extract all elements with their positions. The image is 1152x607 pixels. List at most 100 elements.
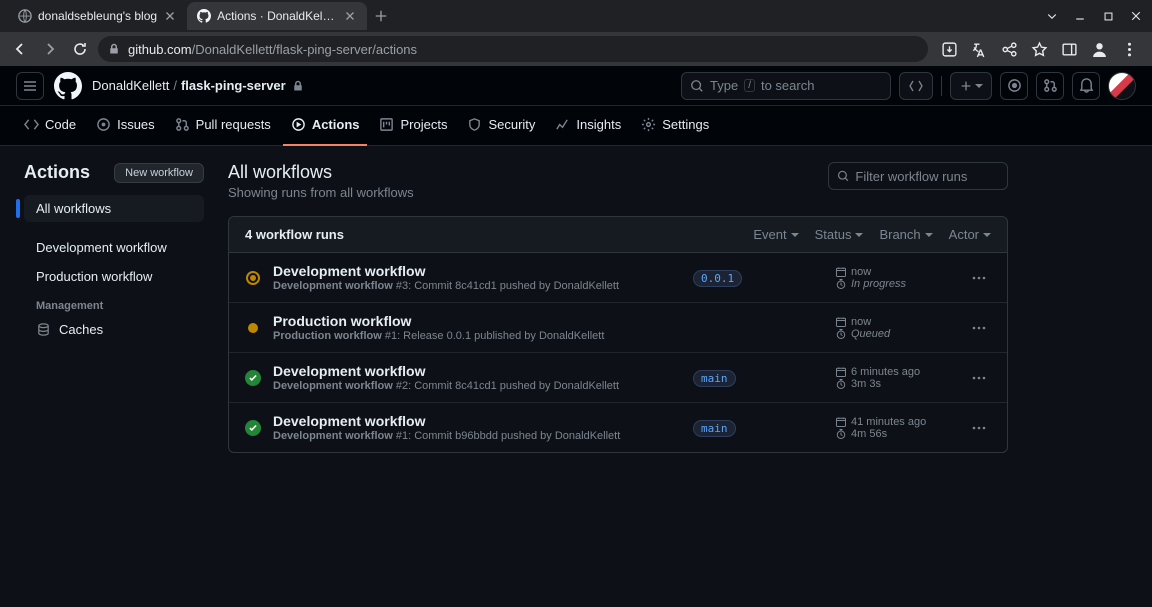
runs-list: Development workflow Development workflo… bbox=[229, 253, 1007, 452]
new-workflow-button[interactable]: New workflow bbox=[114, 163, 204, 183]
calendar-icon bbox=[835, 366, 847, 378]
sidebar-item-all-workflows[interactable]: All workflows bbox=[24, 195, 204, 222]
run-row: Production workflow Production workflow … bbox=[229, 303, 1007, 353]
run-duration: In progress bbox=[835, 278, 955, 290]
issues-icon bbox=[96, 117, 111, 132]
minimize-icon[interactable] bbox=[1068, 4, 1092, 28]
create-new-button[interactable] bbox=[950, 72, 992, 100]
new-tab-button[interactable] bbox=[367, 2, 395, 30]
lock-icon bbox=[292, 80, 304, 92]
reload-button[interactable] bbox=[68, 37, 92, 61]
hamburger-menu[interactable] bbox=[16, 72, 44, 100]
avatar[interactable] bbox=[1108, 72, 1136, 100]
filter-status[interactable]: Status bbox=[815, 227, 864, 242]
profile-icon[interactable] bbox=[1090, 40, 1108, 58]
run-time: now bbox=[835, 316, 955, 328]
run-status bbox=[245, 270, 261, 286]
breadcrumb-owner[interactable]: DonaldKellett bbox=[92, 78, 169, 93]
tab-issues[interactable]: Issues bbox=[88, 106, 163, 146]
branch-tag[interactable]: 0.0.1 bbox=[693, 270, 742, 287]
browser-chrome: donaldsebleung's blog Actions · DonaldKe… bbox=[0, 0, 1152, 66]
filter-label: Status bbox=[815, 227, 852, 242]
tab-pulls[interactable]: Pull requests bbox=[167, 106, 279, 146]
run-menu-button[interactable] bbox=[967, 416, 991, 440]
runs-filters: Event Status Branch Actor bbox=[753, 227, 991, 242]
filter-runs-input[interactable] bbox=[855, 169, 999, 184]
filter-runs-box[interactable] bbox=[828, 162, 1008, 190]
run-duration: 4m 56s bbox=[835, 428, 955, 440]
tab-label: Settings bbox=[662, 117, 709, 132]
run-description: Development workflow #3: Commit 8c41cd1 … bbox=[273, 280, 681, 292]
share-icon[interactable] bbox=[1000, 40, 1018, 58]
tab-label: Security bbox=[488, 117, 535, 132]
run-time: 6 minutes ago bbox=[835, 366, 955, 378]
run-menu-button[interactable] bbox=[967, 266, 991, 290]
url-field[interactable]: github.com/DonaldKellett/flask-ping-serv… bbox=[98, 36, 928, 62]
projects-icon bbox=[379, 117, 394, 132]
github-logo-icon[interactable] bbox=[54, 72, 82, 100]
kebab-icon bbox=[971, 420, 987, 436]
forward-button[interactable] bbox=[38, 37, 62, 61]
browser-tab[interactable]: donaldsebleung's blog bbox=[8, 2, 187, 30]
close-icon[interactable] bbox=[343, 9, 357, 23]
sidebar-item-workflow[interactable]: Production workflow bbox=[24, 263, 204, 290]
run-title[interactable]: Development workflow bbox=[273, 413, 681, 429]
breadcrumb-repo[interactable]: flask-ping-server bbox=[181, 78, 286, 93]
branch-tag[interactable]: main bbox=[693, 370, 736, 387]
filter-actor[interactable]: Actor bbox=[949, 227, 991, 242]
run-menu-button[interactable] bbox=[967, 366, 991, 390]
run-row: Development workflow Development workflo… bbox=[229, 353, 1007, 403]
url-text: github.com/DonaldKellett/flask-ping-serv… bbox=[128, 42, 417, 57]
tab-settings[interactable]: Settings bbox=[633, 106, 717, 146]
runs-count: 4 workflow runs bbox=[245, 227, 344, 242]
filter-branch[interactable]: Branch bbox=[879, 227, 932, 242]
tab-insights[interactable]: Insights bbox=[547, 106, 629, 146]
global-search[interactable]: Type / to search bbox=[681, 72, 891, 100]
run-title[interactable]: Development workflow bbox=[273, 363, 681, 379]
tab-security[interactable]: Security bbox=[459, 106, 543, 146]
run-branch: main bbox=[693, 369, 823, 387]
notifications-button[interactable] bbox=[1072, 72, 1100, 100]
translate-icon[interactable] bbox=[970, 40, 988, 58]
database-icon bbox=[36, 322, 51, 337]
run-title[interactable]: Development workflow bbox=[273, 263, 681, 279]
search-suffix: to search bbox=[761, 78, 814, 93]
run-row: Development workflow Development workflo… bbox=[229, 253, 1007, 303]
kebab-icon bbox=[971, 320, 987, 336]
lock-icon bbox=[108, 43, 120, 55]
chevron-down-icon[interactable] bbox=[1040, 4, 1064, 28]
run-main: Development workflow Development workflo… bbox=[273, 263, 681, 292]
browser-tab-active[interactable]: Actions · DonaldKellett/fla... bbox=[187, 2, 367, 30]
back-button[interactable] bbox=[8, 37, 32, 61]
run-status bbox=[245, 320, 261, 336]
issues-button[interactable] bbox=[1000, 72, 1028, 100]
shield-icon bbox=[467, 117, 482, 132]
sidebar-item-workflow[interactable]: Development workflow bbox=[24, 234, 204, 261]
close-window-icon[interactable] bbox=[1124, 4, 1148, 28]
calendar-icon bbox=[835, 416, 847, 428]
branch-tag[interactable]: main bbox=[693, 420, 736, 437]
pull-requests-button[interactable] bbox=[1036, 72, 1064, 100]
run-description: Development workflow #2: Commit 8c41cd1 … bbox=[273, 380, 681, 392]
run-meta: 6 minutes ago 3m 3s bbox=[835, 366, 955, 390]
tab-code[interactable]: Code bbox=[16, 106, 84, 146]
breadcrumb: DonaldKellett / flask-ping-server bbox=[92, 78, 304, 93]
tab-projects[interactable]: Projects bbox=[371, 106, 455, 146]
kebab-menu-icon[interactable] bbox=[1120, 40, 1138, 58]
command-palette-button[interactable] bbox=[899, 72, 933, 100]
calendar-icon bbox=[835, 316, 847, 328]
run-meta: now In progress bbox=[835, 266, 955, 290]
run-row: Development workflow Development workflo… bbox=[229, 403, 1007, 452]
run-menu-button[interactable] bbox=[967, 316, 991, 340]
filter-event[interactable]: Event bbox=[753, 227, 798, 242]
tab-actions[interactable]: Actions bbox=[283, 106, 368, 146]
sidebar-item-caches[interactable]: Caches bbox=[24, 316, 204, 343]
maximize-icon[interactable] bbox=[1096, 4, 1120, 28]
graph-icon bbox=[555, 117, 570, 132]
tab-title: donaldsebleung's blog bbox=[38, 9, 157, 23]
run-title[interactable]: Production workflow bbox=[273, 313, 681, 329]
side-panel-icon[interactable] bbox=[1060, 40, 1078, 58]
star-icon[interactable] bbox=[1030, 40, 1048, 58]
install-icon[interactable] bbox=[940, 40, 958, 58]
close-icon[interactable] bbox=[163, 9, 177, 23]
